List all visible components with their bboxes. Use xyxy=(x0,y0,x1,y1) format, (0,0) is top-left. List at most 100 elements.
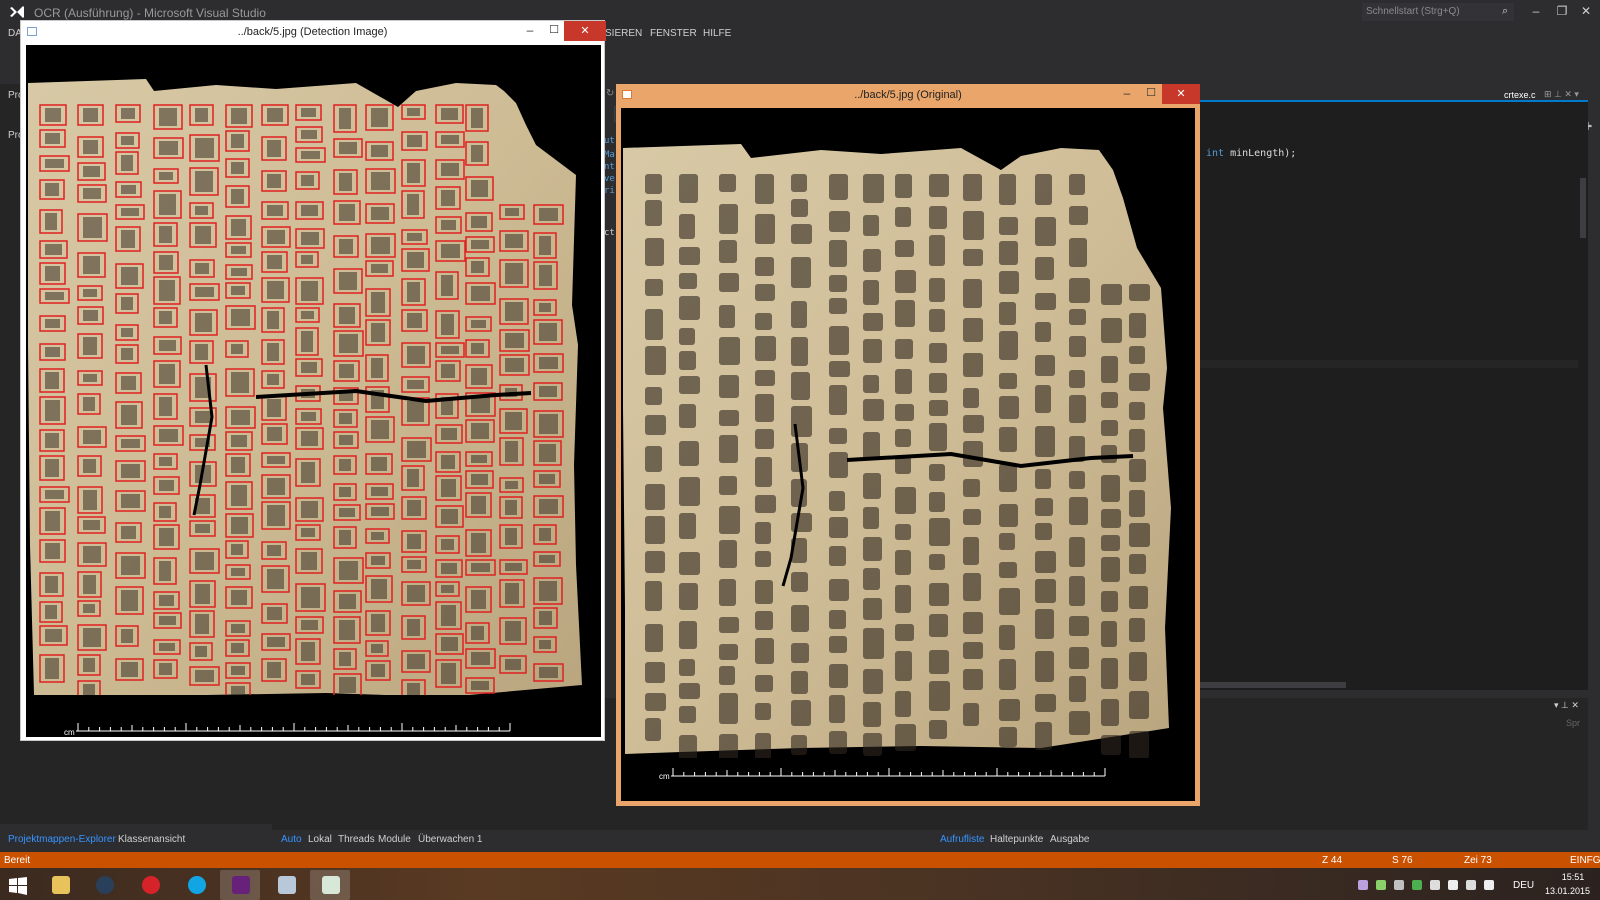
ink-glyph xyxy=(929,373,947,393)
ink-glyph xyxy=(441,314,454,335)
close-icon[interactable]: ✕ xyxy=(1576,4,1596,18)
tab-class-view[interactable]: Klassenansicht xyxy=(118,834,185,845)
ink-glyph xyxy=(999,174,1016,205)
ink-glyph xyxy=(195,524,210,533)
tray-app-icon[interactable] xyxy=(1394,880,1404,890)
ink-glyph xyxy=(45,490,64,499)
minimize-icon[interactable]: – xyxy=(1526,4,1546,18)
detection-image-window[interactable]: ../back/5.jpg (Detection Image) – ☐ ✕ cm xyxy=(20,20,606,741)
menu-help[interactable]: HILFE xyxy=(703,28,731,39)
ink-glyph xyxy=(159,397,172,416)
restore-icon[interactable]: ❐ xyxy=(1552,4,1572,18)
original-image-window[interactable]: ../back/5.jpg (Original) – ☐ ✕ cm xyxy=(616,84,1200,806)
minimize-icon[interactable]: – xyxy=(1118,86,1136,100)
ink-glyph xyxy=(539,265,552,286)
ink-glyph xyxy=(829,636,847,653)
ink-glyph xyxy=(121,526,136,539)
tab-local[interactable]: Lokal xyxy=(308,834,332,845)
tab-watch[interactable]: Überwachen 1 xyxy=(418,834,482,845)
code-editor[interactable] xyxy=(1198,100,1588,690)
ink-glyph xyxy=(1035,257,1054,280)
tray-language[interactable]: DEU xyxy=(1513,880,1534,891)
ink-glyph xyxy=(339,204,355,221)
tray-steam-icon[interactable] xyxy=(1430,880,1440,890)
ink-glyph xyxy=(679,376,700,394)
tab-auto[interactable]: Auto xyxy=(281,834,302,845)
windows-start-icon[interactable] xyxy=(8,876,28,896)
tray-flag-icon[interactable] xyxy=(1448,880,1458,890)
ink-glyph xyxy=(1069,174,1085,195)
ink-glyph xyxy=(301,412,316,421)
ink-glyph xyxy=(1069,238,1087,267)
ink-glyph xyxy=(963,388,979,408)
scroll-thumb[interactable] xyxy=(1580,178,1586,238)
ink-glyph xyxy=(999,659,1016,690)
ink-glyph xyxy=(83,188,101,199)
ink-glyph xyxy=(505,481,518,489)
maximize-icon[interactable]: ☐ xyxy=(1142,86,1160,99)
ink-glyph xyxy=(755,703,771,720)
menu-analyze[interactable]: SIEREN xyxy=(605,28,642,39)
ink-glyph xyxy=(1101,621,1117,647)
ink-glyph xyxy=(963,174,982,201)
ink-glyph xyxy=(339,594,356,609)
ink-glyph xyxy=(301,130,317,139)
tab-crtexe[interactable]: crtexe.c xyxy=(1504,90,1536,100)
tray-date[interactable]: 13.01.2015 xyxy=(1545,886,1590,896)
window-title: ../back/5.jpg (Detection Image) xyxy=(237,26,388,38)
tab-breakpoints[interactable]: Haltepunkte xyxy=(990,834,1043,845)
tab-callstack[interactable]: Aufrufliste xyxy=(940,834,984,845)
tab-output[interactable]: Ausgabe xyxy=(1050,834,1089,845)
close-button[interactable]: ✕ xyxy=(1162,84,1200,104)
ink-glyph xyxy=(679,621,697,649)
ink-glyph xyxy=(471,368,487,385)
ink-glyph xyxy=(441,190,455,206)
ink-glyph xyxy=(159,457,172,466)
pin-close-icon[interactable]: ⊞ ⊥ ✕ ▾ xyxy=(1544,89,1579,100)
ink-glyph xyxy=(1129,284,1150,301)
editor-splitter[interactable] xyxy=(1198,360,1588,368)
ink-glyph xyxy=(301,552,317,570)
taskbar-steam[interactable] xyxy=(84,870,124,900)
ink-glyph xyxy=(83,546,101,563)
ink-glyph xyxy=(339,334,358,353)
ink-glyph xyxy=(539,611,552,625)
quick-launch-input[interactable]: Schnellstart (Strg+Q) xyxy=(1362,3,1514,21)
tab-modules[interactable]: Module xyxy=(378,834,411,845)
ink-glyph xyxy=(929,309,945,332)
ink-glyph xyxy=(1129,346,1145,364)
tray-vs-icon[interactable] xyxy=(1358,880,1368,890)
maximize-icon[interactable]: ☐ xyxy=(545,23,563,36)
status-col: S 76 xyxy=(1392,855,1413,866)
taskbar-file-explorer[interactable] xyxy=(40,870,80,900)
tray-volume-icon[interactable] xyxy=(1484,880,1494,890)
taskbar-skype[interactable] xyxy=(176,870,216,900)
ink-glyph xyxy=(863,280,879,305)
tray-time[interactable]: 15:51 xyxy=(1553,872,1593,882)
ink-glyph xyxy=(895,624,914,641)
skype-icon xyxy=(188,876,206,894)
taskbar-image-viewer[interactable] xyxy=(310,870,350,900)
ink-glyph xyxy=(371,556,385,565)
minimize-icon[interactable]: – xyxy=(521,23,539,37)
taskbar-notepad[interactable] xyxy=(266,870,306,900)
ink-glyph xyxy=(719,240,737,263)
ink-glyph xyxy=(1035,551,1056,573)
menu-window[interactable]: FENSTER xyxy=(650,28,697,39)
tray-app-icon[interactable] xyxy=(1376,880,1386,890)
ink-glyph xyxy=(301,462,315,483)
h-scroll-thumb[interactable] xyxy=(1200,682,1346,688)
taskbar-visual-studio[interactable] xyxy=(220,870,260,900)
panel-controls-icon[interactable]: ▾ ⊥ ✕ xyxy=(1554,700,1579,711)
tray-network-icon[interactable] xyxy=(1466,880,1476,890)
search-icon[interactable]: ⌕ xyxy=(1502,5,1508,18)
ink-glyph xyxy=(645,346,666,375)
ink-glyph xyxy=(791,199,808,217)
opera-icon xyxy=(142,876,160,894)
tab-solution-explorer[interactable]: Projektmappen-Explorer xyxy=(8,834,116,845)
window-icon xyxy=(622,90,632,99)
taskbar-opera[interactable] xyxy=(130,870,170,900)
close-button[interactable]: ✕ xyxy=(564,21,606,41)
tray-app-icon[interactable] xyxy=(1412,880,1422,890)
tab-threads[interactable]: Threads xyxy=(338,834,375,845)
